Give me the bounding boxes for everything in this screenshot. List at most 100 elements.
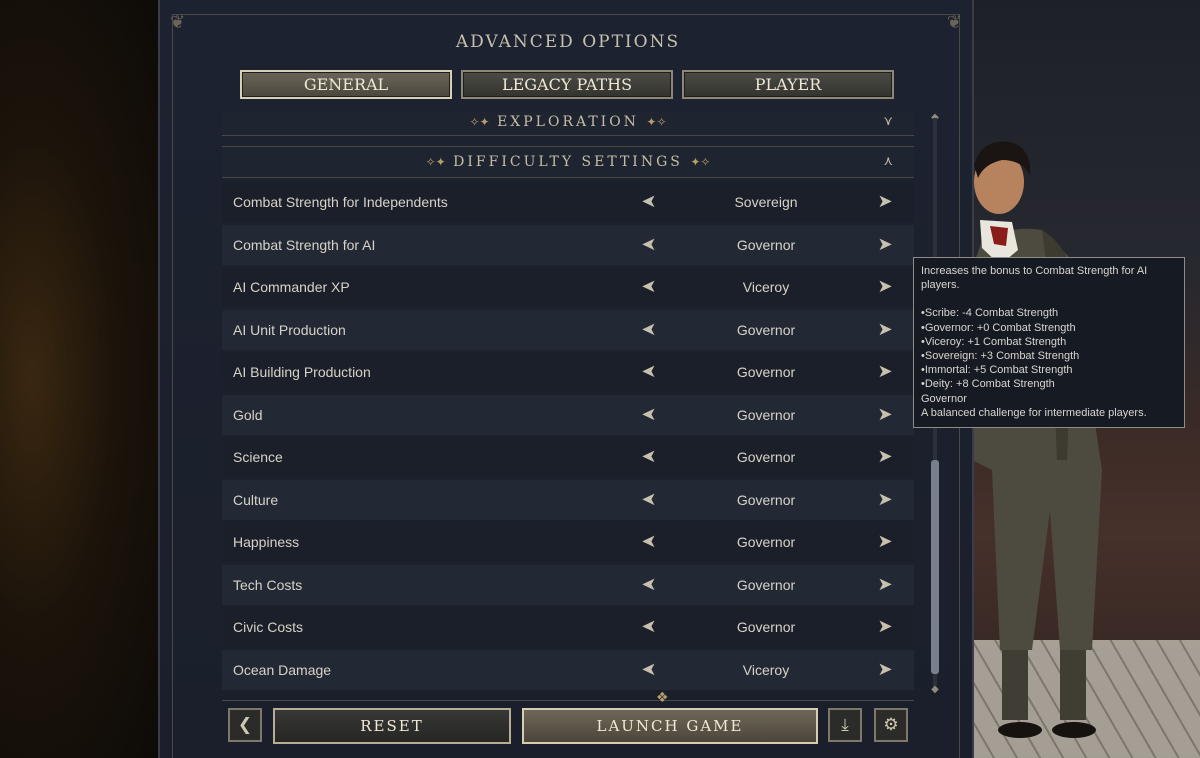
setting-value: Governor	[736, 321, 796, 338]
chevron-left-icon: ❮	[237, 715, 253, 735]
arrow-left-icon[interactable]: ➤	[638, 319, 660, 341]
tab-legacy-paths[interactable]: LEGACY PATHS	[461, 70, 673, 99]
arrow-right-icon[interactable]: ➤	[874, 659, 896, 681]
setting-value: Governor	[736, 406, 796, 423]
tooltip-line: •Viceroy: +1 Combat Strength	[921, 335, 1067, 348]
setting-label: Civic Costs	[233, 619, 304, 635]
tooltip-line: •Immortal: +5 Combat Strength	[921, 364, 1073, 377]
setting-value: Governor	[736, 534, 796, 550]
setting-row[interactable]: Gold ➤ Governor ➤	[222, 394, 914, 435]
setting-row[interactable]: Combat Strength for Independents ➤ Soverei…	[222, 182, 914, 222]
arrow-right-icon[interactable]: ➤	[874, 234, 896, 256]
setting-label: Ocean Damage	[233, 661, 332, 678]
arrow-right-icon[interactable]: ➤	[874, 191, 896, 213]
background-left	[0, 0, 160, 758]
section-label: EXPLORATION	[497, 114, 639, 130]
setting-value: Viceroy	[742, 279, 790, 295]
reset-button[interactable]: RESET	[273, 708, 511, 744]
setting-label: AI Commander XP	[233, 279, 350, 295]
tooltip-line: •Sovereign: +3 Combat Strength	[921, 350, 1080, 363]
footer-ornament-icon: ❖	[656, 690, 669, 706]
arrow-left-icon[interactable]: ➤	[638, 404, 660, 426]
tooltip-line: •Governor: +0 Combat Strength	[921, 321, 1076, 334]
setting-row[interactable]: Tech Costs ➤ Governor ➤	[222, 564, 914, 605]
setting-value: Governor	[736, 449, 796, 465]
arrow-left-icon[interactable]: ➤	[638, 659, 660, 681]
arrow-right-icon[interactable]: ➤	[874, 276, 896, 298]
arrow-left-icon[interactable]: ➤	[638, 276, 660, 298]
arrow-left-icon[interactable]: ➤	[638, 234, 660, 256]
page-title: ADVANCED OPTIONS	[455, 32, 681, 52]
arrow-right-icon[interactable]: ➤	[874, 404, 896, 426]
download-icon: ⤓	[841, 715, 849, 735]
setting-value: Viceroy	[742, 661, 790, 678]
setting-row[interactable]: Civic Costs ➤ Governor ➤	[222, 607, 914, 647]
tab-player[interactable]: PLAYER	[682, 70, 894, 99]
arrow-right-icon[interactable]: ➤	[874, 489, 896, 511]
options-list[interactable]: ✧✦ EXPLORATION ✦✧ ⋎ ✧✦ DIFFICULTY SETTIN…	[222, 112, 914, 692]
setting-value: Governor	[736, 364, 796, 380]
chevron-down-icon: ⋎	[883, 114, 896, 129]
settings-button[interactable]: ⚙	[874, 708, 908, 742]
arrow-right-icon[interactable]: ➤	[874, 574, 896, 596]
setting-row[interactable]: Science ➤ Governor ➤	[222, 437, 914, 477]
corner-ornament-icon: ❦	[946, 12, 962, 33]
scroll-down-icon[interactable]: ◆	[930, 684, 940, 695]
tooltip: Increases the bonus to Combat Strength f…	[913, 257, 1185, 428]
launch-game-button[interactable]: LAUNCH GAME	[522, 708, 818, 744]
arrow-left-icon[interactable]: ➤	[638, 191, 660, 213]
download-button[interactable]: ⤓	[828, 708, 862, 742]
scrollbar-thumb[interactable]	[931, 460, 939, 674]
arrow-right-icon[interactable]: ➤	[874, 319, 896, 341]
setting-value: Governor	[736, 491, 796, 508]
setting-label: Combat Strength for Independents	[233, 194, 448, 210]
arrow-right-icon[interactable]: ➤	[874, 531, 896, 553]
arrow-right-icon[interactable]: ➤	[874, 446, 896, 468]
setting-row[interactable]: Happiness ➤ Governor ➤	[222, 522, 914, 562]
advanced-options-panel: ❦ ❦ ADVANCED OPTIONS GENERAL LEGACY PATH…	[158, 0, 974, 758]
tooltip-selected-name: Governor	[921, 392, 967, 405]
setting-value: Governor	[736, 619, 796, 635]
arrow-left-icon[interactable]: ➤	[638, 489, 660, 511]
setting-row[interactable]: AI Building Production ➤ Governor ➤	[222, 352, 914, 392]
setting-row[interactable]: Ocean Damage ➤ Viceroy ➤	[222, 649, 914, 690]
chevron-up-icon: ⋏	[883, 154, 896, 169]
setting-label: AI Unit Production	[233, 321, 346, 338]
tooltip-line: •Scribe: -4 Combat Strength	[921, 307, 1059, 320]
tooltip-line: •Deity: +8 Combat Strength	[921, 378, 1055, 391]
arrow-left-icon[interactable]: ➤	[638, 616, 660, 638]
setting-label: AI Building Production	[233, 364, 371, 380]
setting-row[interactable]: AI Commander XP ➤ Viceroy ➤	[222, 267, 914, 307]
section-label: DIFFICULTY SETTINGS	[453, 154, 683, 170]
arrow-left-icon[interactable]: ➤	[638, 531, 660, 553]
setting-value: Sovereign	[734, 194, 798, 210]
setting-value: Governor	[736, 236, 796, 253]
back-button[interactable]: ❮	[228, 708, 262, 742]
setting-label: Culture	[233, 491, 279, 508]
setting-row[interactable]: Combat Strength for AI ➤ Governor ➤	[222, 224, 914, 265]
ornament-icon: ✧✦	[469, 115, 490, 129]
setting-label: Science	[233, 449, 283, 465]
leader-portrait	[972, 141, 1102, 738]
setting-label: Happiness	[233, 534, 300, 550]
setting-label: Tech Costs	[233, 576, 303, 593]
arrow-left-icon[interactable]: ➤	[638, 574, 660, 596]
section-exploration[interactable]: ✧✦ EXPLORATION ✦✧ ⋎	[222, 112, 914, 136]
section-difficulty-settings[interactable]: ✧✦ DIFFICULTY SETTINGS ✦✧ ⋏	[222, 146, 914, 178]
corner-ornament-icon: ❦	[170, 12, 186, 33]
ornament-icon: ✦✧	[690, 155, 711, 169]
gear-icon: ⚙	[883, 715, 899, 735]
footer-divider	[222, 700, 914, 701]
setting-label: Combat Strength for AI	[233, 236, 376, 253]
arrow-right-icon[interactable]: ➤	[874, 616, 896, 638]
arrow-left-icon[interactable]: ➤	[638, 446, 660, 468]
tooltip-selected-desc: A balanced challenge for intermediate pl…	[921, 406, 1147, 419]
setting-value: Governor	[736, 576, 796, 593]
tab-general[interactable]: GENERAL	[240, 70, 452, 99]
arrow-left-icon[interactable]: ➤	[638, 361, 660, 383]
setting-label: Gold	[233, 406, 263, 423]
arrow-right-icon[interactable]: ➤	[874, 361, 896, 383]
setting-row[interactable]: Culture ➤ Governor ➤	[222, 479, 914, 520]
ornament-icon: ✦✧	[646, 115, 667, 129]
setting-row[interactable]: AI Unit Production ➤ Governor ➤	[222, 309, 914, 350]
